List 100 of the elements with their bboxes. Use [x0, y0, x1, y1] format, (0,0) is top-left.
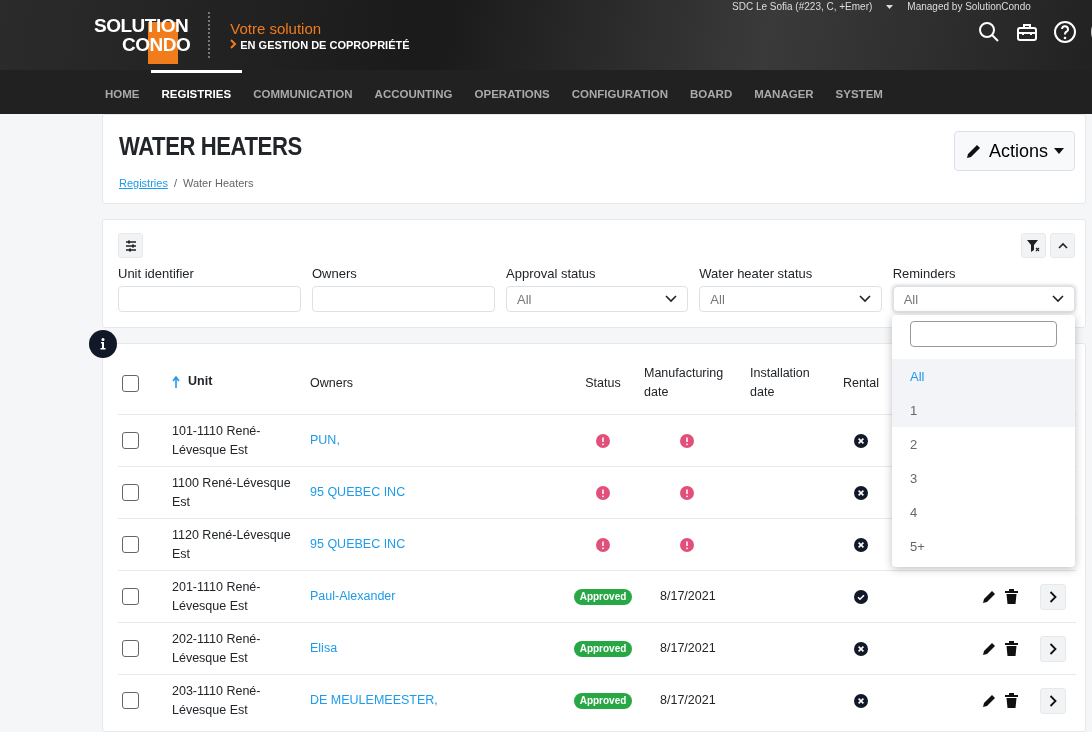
chevron-right-icon [1049, 590, 1057, 603]
warning-icon [596, 485, 610, 500]
warning-icon [680, 433, 694, 448]
pencil-icon[interactable] [982, 589, 997, 604]
info-icon [100, 338, 106, 350]
owner-link[interactable]: 95 QUEBEC INC [310, 537, 406, 551]
filter-label: Approval status [506, 266, 597, 281]
filter-label: Owners [312, 266, 358, 281]
owner-link[interactable]: PUN, [310, 433, 340, 447]
chevron-down-icon [1052, 295, 1064, 303]
open-row-button[interactable] [1040, 687, 1066, 714]
row-checkbox[interactable] [122, 536, 139, 554]
chevron-up-icon [1057, 242, 1068, 249]
chevron-right-icon [1049, 694, 1057, 707]
filter-label: Unit identifier [118, 266, 195, 281]
trash-icon[interactable] [1005, 589, 1018, 604]
row-checkbox[interactable] [122, 640, 139, 658]
nav-tab[interactable]: MANAGER [743, 70, 825, 114]
breadcrumb-link[interactable]: Registries [119, 177, 168, 189]
column-header: Rental [842, 375, 880, 390]
date-cell: 8/17/2021 [660, 693, 716, 708]
column-header: Owners [310, 375, 354, 390]
unit-cell: 1100 René-Lévesque Est [172, 475, 291, 509]
column-header[interactable]: Unit [188, 372, 213, 392]
chevron-down-icon [858, 295, 871, 303]
date-cell: 8/17/2021 [660, 641, 716, 655]
column-header: Manufacturing date [644, 366, 724, 399]
column-header: Status [585, 375, 621, 390]
select-field[interactable]: All [699, 286, 882, 312]
nav-tab[interactable]: OPERATIONS [463, 70, 561, 114]
status-badge: Approved [573, 641, 633, 657]
nav-tab[interactable]: SYSTEM [824, 70, 894, 114]
unit-cell: 201-1110 René-Lévesque Est [172, 579, 261, 613]
filter-clear-icon [1027, 239, 1040, 252]
nav-tab[interactable]: HOME [94, 70, 151, 114]
sort-arrow-icon[interactable] [172, 375, 180, 388]
open-row-button[interactable] [1040, 583, 1066, 610]
dropdown-option[interactable]: 3 [892, 461, 1075, 495]
status-badge: Approved [573, 693, 633, 710]
unit-cell: 203-1110 René-Lévesque Est [172, 683, 261, 717]
filter-label: Water heater status [699, 266, 814, 281]
actions-button[interactable]: Actions [953, 131, 1075, 171]
nav-tab[interactable]: COMMUNICATION [242, 70, 364, 114]
nav-tab[interactable]: BOARD [679, 70, 744, 114]
managed-by-text: Managed by SolutionCondo [907, 1, 1031, 12]
status-badge: Approved [573, 589, 633, 605]
warning-icon [596, 537, 610, 552]
unit-cell: 101-1110 René-Lévesque Est [172, 423, 261, 457]
account-selector[interactable]: SDC Le Sofia (#223, C, +Emer) [732, 1, 873, 12]
filter-settings-button[interactable] [118, 233, 143, 258]
help-icon[interactable] [1053, 20, 1077, 44]
dropdown-option[interactable]: 4 [892, 495, 1075, 529]
chevron-icon [230, 38, 238, 49]
page-title: WATER HEATERS [119, 131, 302, 162]
warning-icon [680, 537, 694, 552]
text-field[interactable] [118, 286, 301, 312]
caret-icon[interactable] [886, 4, 894, 9]
sliders-icon [124, 239, 137, 252]
warning-icon [680, 485, 694, 500]
owner-link[interactable]: Paul-Alexander [310, 589, 396, 603]
date-cell: 8/17/2021 [660, 589, 716, 603]
pencil-icon[interactable] [982, 693, 997, 709]
dropdown-option[interactable]: 2 [892, 427, 1075, 461]
column-header: Installation date [750, 366, 810, 399]
unit-cell: 1120 René-Lévesque Est [172, 527, 291, 561]
breadcrumb-current: Water Heaters [182, 177, 254, 189]
text-field[interactable] [312, 286, 495, 312]
pencil-icon [964, 142, 983, 160]
owner-link[interactable]: Elisa [310, 641, 338, 655]
tagline-subtitle: EN GESTION DE COPROPRIÉTÉ [240, 38, 410, 51]
filter-label: Reminders [892, 266, 957, 281]
select-all-checkbox[interactable] [122, 374, 139, 392]
nav-tab[interactable]: CONFIGURATION [560, 70, 679, 114]
row-checkbox[interactable] [122, 432, 139, 450]
clear-filter-button[interactable] [1021, 233, 1046, 258]
dropdown-search-field[interactable] [910, 321, 1057, 347]
trash-icon[interactable] [1005, 641, 1018, 656]
unit-cell: 202-1110 René-Lévesque Est [172, 631, 261, 665]
tagline: Votre solution [230, 19, 323, 37]
search-icon[interactable] [977, 20, 1001, 44]
dropdown-option[interactable]: 5+ [892, 529, 1075, 563]
collapse-button[interactable] [1050, 233, 1075, 258]
chevron-down-icon [665, 295, 678, 303]
owner-link[interactable]: 95 QUEBEC INC [310, 485, 406, 499]
row-checkbox[interactable] [122, 692, 139, 710]
caret-icon [1054, 148, 1064, 154]
row-checkbox[interactable] [122, 588, 139, 606]
owner-link[interactable]: DE MEULEMEESTER, [310, 693, 438, 708]
pencil-icon[interactable] [982, 641, 997, 656]
select-field[interactable]: All [506, 286, 689, 312]
nav-tab[interactable]: ACCOUNTING [363, 70, 464, 114]
dropdown-option[interactable]: 1 [892, 393, 1075, 427]
row-checkbox[interactable] [122, 484, 139, 502]
select-field[interactable]: All [892, 286, 1075, 312]
trash-icon[interactable] [1005, 693, 1018, 709]
breadcrumb-separator: / [173, 177, 177, 189]
open-row-button[interactable] [1040, 635, 1066, 662]
chevron-right-icon [1049, 642, 1057, 655]
warning-icon [596, 433, 610, 448]
info-button[interactable] [89, 330, 117, 358]
